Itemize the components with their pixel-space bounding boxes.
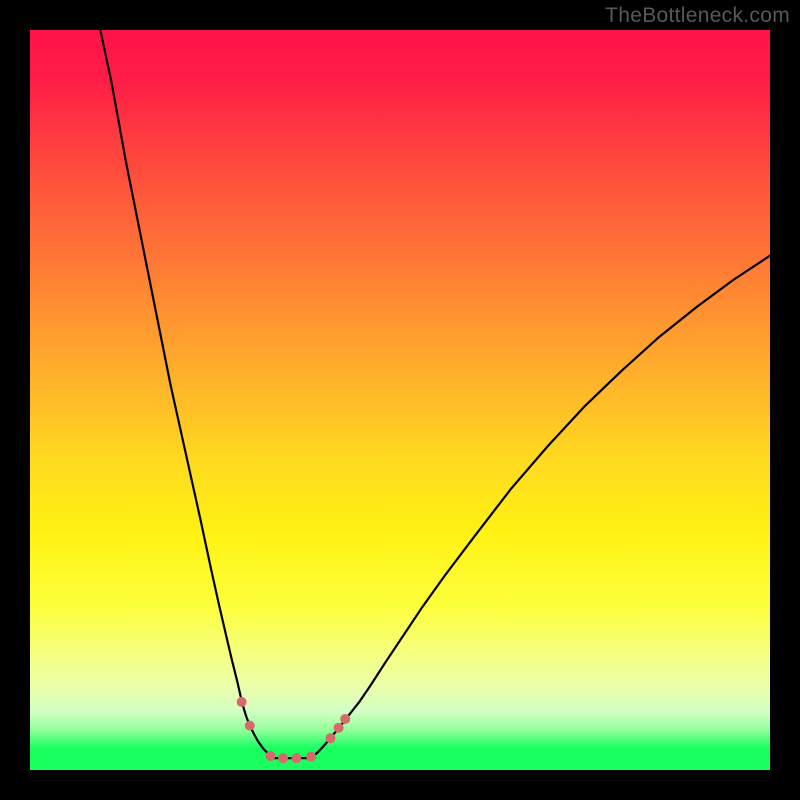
watermark-text: TheBottleneck.com [605,4,790,28]
marker-bottom-3 [291,753,301,763]
markers-group [237,697,351,763]
marker-bottom-2 [278,753,288,763]
plot-area [30,30,770,770]
chart-svg [30,30,770,770]
chart-container: TheBottleneck.com [0,0,800,800]
curve-left-branch [100,30,274,758]
marker-right-3 [340,714,350,724]
marker-left-1 [237,697,247,707]
marker-bottom-4 [306,752,316,762]
marker-bottom-1 [266,751,276,761]
marker-left-2 [245,721,255,731]
marker-right-1 [325,733,335,743]
curve-right-branch [311,256,770,758]
marker-right-2 [334,723,344,733]
